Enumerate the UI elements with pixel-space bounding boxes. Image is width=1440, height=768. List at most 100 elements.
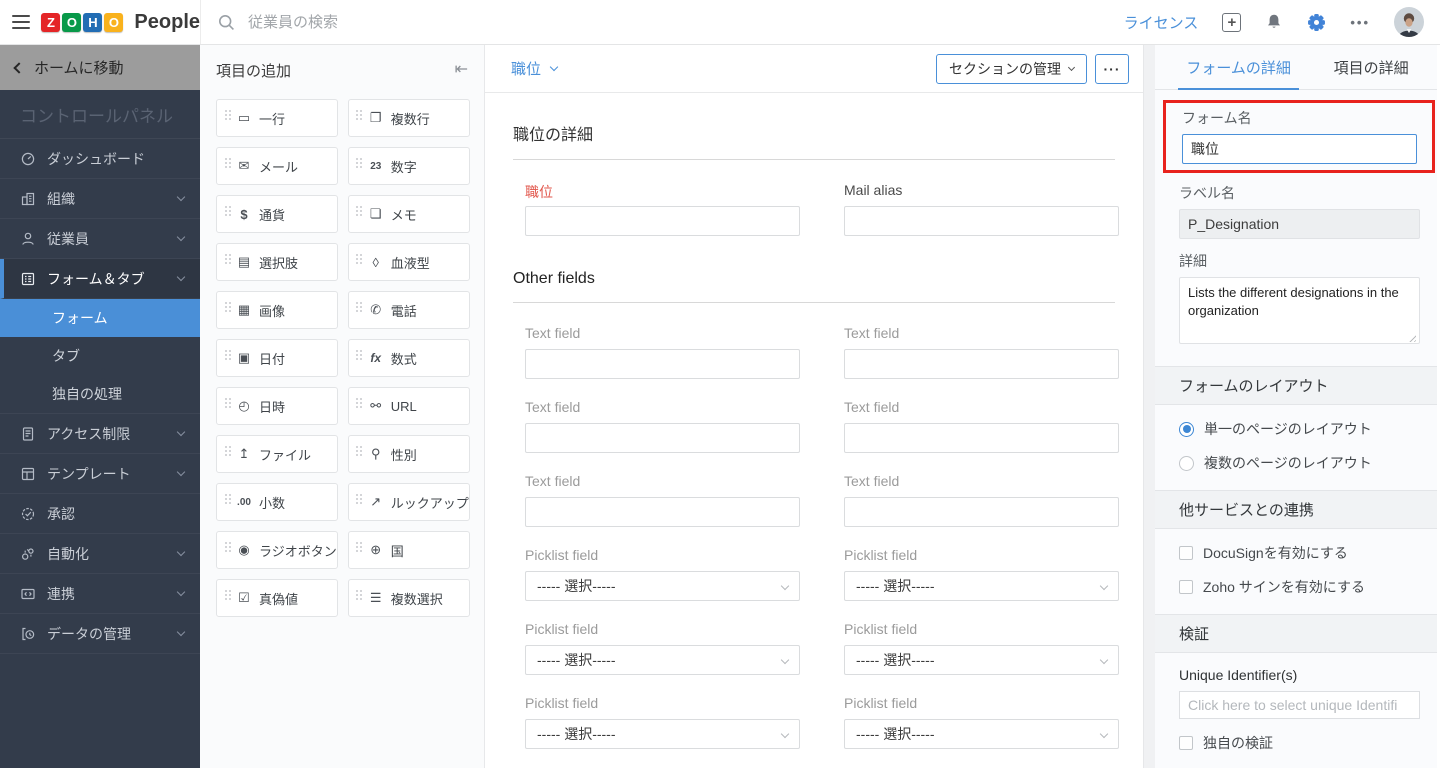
palette-item-currency[interactable]: $通貨 [216,195,338,233]
description-textarea[interactable]: Lists the different designations in the … [1179,277,1420,344]
palette-item-single-line[interactable]: ▭一行 [216,99,338,137]
enable-docusign-checkbox-row[interactable]: DocuSignを有効にする [1155,543,1440,563]
sidebar-item-forms-tabs[interactable]: フォーム＆タブ [0,259,200,299]
palette-item-file[interactable]: ↥ファイル [216,435,338,473]
form-field-text-5: Text field [525,473,800,527]
current-form-name: 職位 [511,58,541,79]
section-other-services: 他サービスとの連携 [1155,490,1440,529]
hamburger-menu-icon[interactable] [12,15,30,29]
enable-zoho-sign-checkbox-row[interactable]: Zoho サインを有効にする [1155,577,1440,597]
sidebar-item-employees[interactable]: 従業員 [0,219,200,259]
sidebar-item-templates[interactable]: テンプレート [0,454,200,494]
zoho-logo[interactable]: Z O H O [41,13,123,32]
palette-item-multi-line[interactable]: ❐複数行 [348,99,470,137]
number-icon: 23 [366,161,386,172]
picklist-select-2[interactable]: ----- 選択----- [844,571,1119,601]
picklist-select-6[interactable]: ----- 選択----- [844,719,1119,749]
form-name-highlight-box: フォーム名 [1163,100,1435,173]
layout-option-multi-page[interactable]: 複数のページのレイアウト [1155,453,1440,473]
picklist-select-5[interactable]: ----- 選択----- [525,719,800,749]
brand-area: Z O H O People [0,11,200,34]
text-field-input-1[interactable] [525,349,800,379]
custom-validation-checkbox-row[interactable]: 独自の検証 [1155,733,1440,753]
text-field-input-4[interactable] [844,423,1119,453]
picklist-select-3[interactable]: ----- 選択----- [525,645,800,675]
text-field-input-6[interactable] [844,497,1119,527]
form-field-picklist-2: Picklist field ----- 選択----- [844,547,1119,601]
form-field-picklist-4: Picklist field ----- 選択----- [844,621,1119,675]
search-input[interactable] [248,14,668,31]
form-field-text-3: Text field [525,399,800,453]
palette-item-label: 電話 [391,301,417,320]
sidebar-item-data-management[interactable]: データの管理 [0,614,200,654]
palette-item-email[interactable]: ✉メール [216,147,338,185]
sidebar-subitem-custom-actions[interactable]: 独自の処理 [0,375,200,413]
tab-form-details[interactable]: フォームの詳細 [1186,45,1291,89]
datetime-icon: ◴ [234,398,254,414]
text-field-label: Text field [844,325,1119,342]
select-placeholder: ----- 選択----- [856,576,935,596]
collapse-panel-icon[interactable]: ⇤ [455,62,468,78]
tab-field-details[interactable]: 項目の詳細 [1334,45,1409,89]
designation-input[interactable] [525,206,800,236]
settings-gear-icon[interactable] [1307,13,1326,32]
palette-item-label: 画像 [259,301,285,320]
text-field-label: Text field [525,399,800,416]
palette-item-radio[interactable]: ◉ラジオボタン [216,531,338,569]
palette-item-gender[interactable]: ⚲性別 [348,435,470,473]
notifications-bell-icon[interactable] [1265,13,1283,31]
back-to-home[interactable]: ホームに移動 [0,45,200,90]
palette-item-label: 複数行 [391,109,430,128]
palette-item-url[interactable]: ⚯URL [348,387,470,425]
text-field-input-3[interactable] [525,423,800,453]
checkbox-unchecked-icon [1179,580,1193,594]
quick-add-icon[interactable]: + [1222,13,1241,32]
sidebar-item-approvals[interactable]: 承認 [0,494,200,534]
palette-item-country[interactable]: ⊕国 [348,531,470,569]
text-field-input-5[interactable] [525,497,800,527]
sidebar-item-automation[interactable]: 自動化 [0,534,200,574]
palette-item-label: 複数選択 [391,589,443,608]
palette-item-date[interactable]: ▣日付 [216,339,338,377]
form-name-input[interactable] [1182,134,1417,164]
palette-item-picklist[interactable]: ▤選択肢 [216,243,338,281]
chevron-down-icon [177,272,185,280]
sidebar-subitem-forms[interactable]: フォーム [0,299,200,337]
section-validation: 検証 [1155,614,1440,653]
palette-item-multiselect[interactable]: ☰複数選択 [348,579,470,617]
mail-alias-input[interactable] [844,206,1119,236]
text-field-input-2[interactable] [844,349,1119,379]
layout-option-single-page[interactable]: 単一のページのレイアウト [1155,419,1440,439]
palette-item-phone[interactable]: ✆電話 [348,291,470,329]
form-selector-dropdown[interactable]: 職位 [511,58,557,79]
palette-item-lookup[interactable]: ↗ルックアップ [348,483,470,521]
palette-item-memo[interactable]: ❏メモ [348,195,470,233]
palette-item-decimal[interactable]: .00小数 [216,483,338,521]
palette-item-datetime[interactable]: ◴日時 [216,387,338,425]
unique-identifier-group: Unique Identifier(s) [1155,667,1440,719]
more-options-icon[interactable]: ••• [1350,15,1370,30]
palette-item-image[interactable]: ▦ 画像 [216,291,338,329]
manage-sections-button[interactable]: セクションの管理 [936,54,1087,84]
sidebar-item-access-restriction[interactable]: アクセス制限 [0,414,200,454]
unique-identifier-input[interactable] [1179,691,1420,719]
picklist-select-4[interactable]: ----- 選択----- [844,645,1119,675]
more-actions-button[interactable]: ··· [1095,54,1129,84]
user-avatar[interactable] [1394,7,1424,37]
picklist-select-1[interactable]: ----- 選択----- [525,571,800,601]
palette-item-boolean[interactable]: ☑真偽値 [216,579,338,617]
picklist-field-label: Picklist field [844,547,1119,564]
license-link[interactable]: ライセンス [1124,12,1199,33]
palette-item-number[interactable]: 23数字 [348,147,470,185]
sidebar-item-organization[interactable]: 組織 [0,179,200,219]
sidebar-subitem-tabs[interactable]: タブ [0,337,200,375]
palette-item-blood-group[interactable]: ◊血液型 [348,243,470,281]
image-icon: ▦ [234,302,254,318]
chevron-down-icon [781,656,789,664]
palette-item-formula[interactable]: fx数式 [348,339,470,377]
form-field-text-6: Text field [844,473,1119,527]
sidebar-item-dashboard[interactable]: ダッシュボード [0,139,200,179]
gender-icon: ⚲ [366,446,386,462]
service-option-label: Zoho サインを有効にする [1203,577,1365,597]
sidebar-item-integrations[interactable]: 連携 [0,574,200,614]
